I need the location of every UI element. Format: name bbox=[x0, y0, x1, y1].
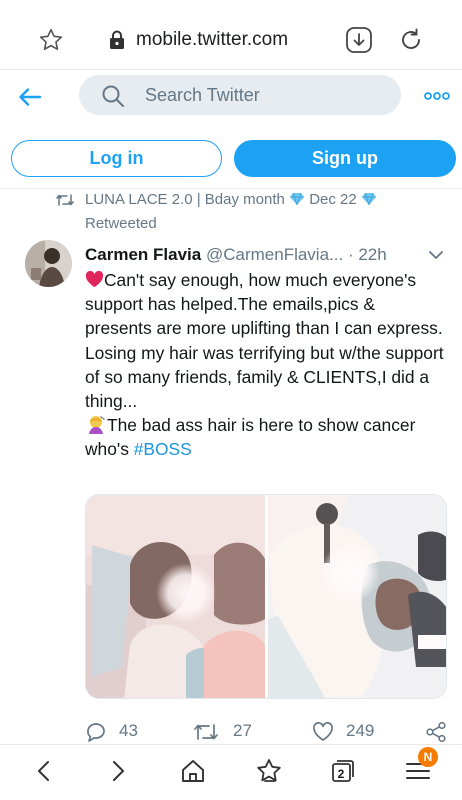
retweeter-name[interactable]: LUNA LACE 2.0 | Bday month Dec 22 bbox=[85, 191, 377, 208]
url-text[interactable]: mobile.twitter.com bbox=[136, 29, 288, 51]
chevron-down-icon[interactable] bbox=[428, 249, 444, 261]
retweet-context-icon bbox=[56, 194, 74, 206]
more-options-icon[interactable] bbox=[424, 90, 450, 102]
hashtag-link[interactable]: #BOSS bbox=[134, 439, 192, 459]
tweet-media[interactable] bbox=[85, 494, 447, 699]
tweet-photo-2[interactable] bbox=[268, 495, 447, 699]
signup-button[interactable]: Sign up bbox=[234, 140, 456, 177]
retweet-button[interactable]: 27 bbox=[193, 719, 273, 745]
share-button[interactable] bbox=[425, 719, 447, 745]
back-arrow-icon[interactable] bbox=[16, 83, 44, 111]
retweeted-label: Retweeted bbox=[85, 215, 157, 232]
retweeter-name-part1: LUNA LACE 2.0 | Bday month bbox=[85, 191, 285, 208]
bookmark-star-icon[interactable] bbox=[38, 27, 64, 53]
tweet-text: Can't say enough, how much everyone's su… bbox=[85, 268, 445, 462]
gem-emoji-icon bbox=[361, 192, 376, 206]
forward-chevron-icon[interactable] bbox=[104, 757, 132, 785]
heart-icon bbox=[313, 722, 333, 741]
reply-icon bbox=[87, 723, 105, 742]
author-name: Carmen Flavia bbox=[85, 245, 202, 264]
retweeter-name-part2: Dec 22 bbox=[309, 191, 357, 208]
tab-count: 2 bbox=[337, 767, 345, 781]
search-placeholder: Search Twitter bbox=[145, 85, 260, 105]
twitter-header: Search Twitter bbox=[0, 70, 462, 126]
avatar-photo bbox=[25, 240, 72, 287]
login-button[interactable]: Log in bbox=[11, 140, 222, 177]
menu-notification-badge: N bbox=[418, 747, 438, 767]
divider bbox=[0, 188, 462, 189]
search-input[interactable]: Search Twitter bbox=[79, 75, 401, 115]
share-icon bbox=[426, 721, 446, 743]
tabs-button[interactable]: 2 bbox=[329, 757, 357, 785]
reply-button[interactable]: 43 bbox=[85, 719, 155, 745]
retweet-count: 27 bbox=[233, 721, 252, 740]
browser-url-bar: mobile.twitter.com bbox=[0, 0, 462, 70]
retweet-icon bbox=[194, 724, 218, 740]
search-icon bbox=[102, 85, 124, 107]
back-chevron-icon[interactable] bbox=[30, 757, 58, 785]
tweet-text-line1: Can't say enough, how much everyone's su… bbox=[85, 270, 443, 339]
tweet-photo-1[interactable] bbox=[86, 495, 265, 699]
reload-icon[interactable] bbox=[397, 26, 425, 54]
tweet-text-line2: Losing my hair was terrifying but w/the … bbox=[85, 342, 444, 412]
hairdresser-emoji-icon bbox=[89, 416, 105, 435]
bookmarks-star-icon[interactable] bbox=[255, 757, 283, 785]
tweet-author[interactable]: Carmen Flavia @CarmenFlavia... · 22h bbox=[85, 245, 387, 265]
author-handle: @CarmenFlavia... bbox=[205, 245, 344, 264]
lock-icon bbox=[110, 30, 124, 49]
browser-bottom-bar: 2 N bbox=[0, 744, 462, 800]
tweet-time[interactable]: 22h bbox=[358, 245, 386, 264]
like-button[interactable]: 249 bbox=[312, 719, 392, 745]
avatar[interactable] bbox=[25, 240, 72, 287]
download-icon[interactable] bbox=[345, 26, 373, 54]
home-icon[interactable] bbox=[179, 757, 207, 785]
reply-count: 43 bbox=[119, 721, 138, 740]
like-count: 249 bbox=[346, 721, 375, 740]
red-heart-emoji-icon bbox=[85, 271, 104, 288]
time-separator: · bbox=[347, 245, 359, 264]
gem-emoji-icon bbox=[290, 192, 305, 206]
